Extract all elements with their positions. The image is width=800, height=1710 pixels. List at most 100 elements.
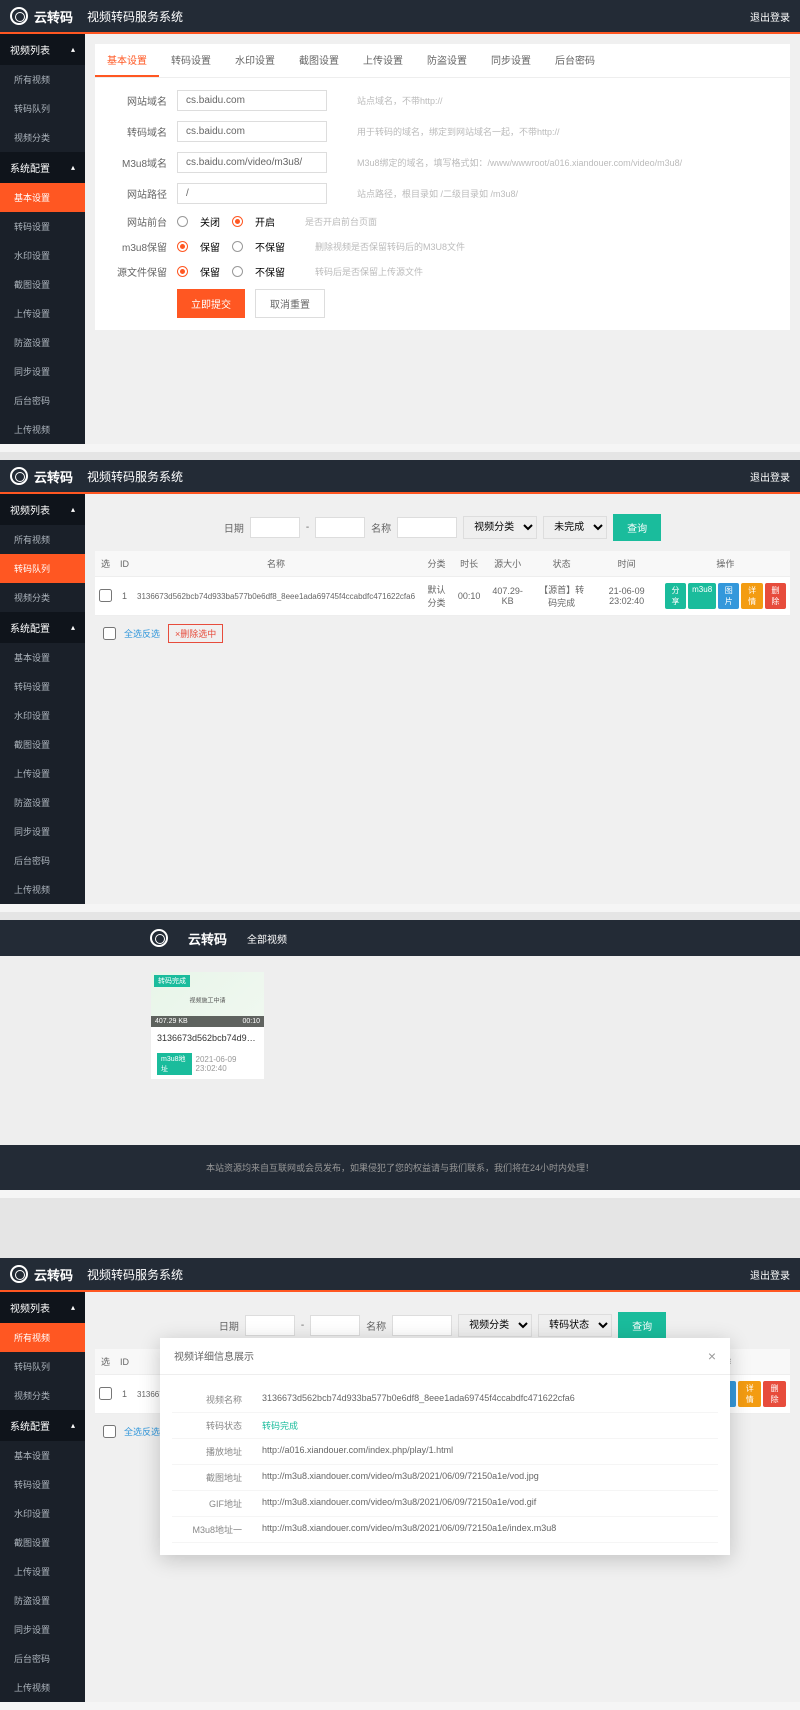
tab-watermark[interactable]: 水印设置: [223, 44, 287, 77]
input-transcode-domain[interactable]: [177, 121, 327, 142]
date-from-input[interactable]: [250, 517, 300, 538]
status-select[interactable]: 未完成: [543, 516, 607, 539]
radio-frontend-on[interactable]: [232, 216, 243, 227]
card-tag[interactable]: m3u8地址: [157, 1053, 192, 1075]
sidebar-item-antitheft[interactable]: 防盗设置: [0, 1586, 85, 1615]
tab-sync[interactable]: 同步设置: [479, 44, 543, 77]
sidebar-item-basic[interactable]: 基本设置: [0, 1441, 85, 1470]
submit-button[interactable]: 立即提交: [177, 289, 245, 318]
sidebar-item-screenshot[interactable]: 截图设置: [0, 1528, 85, 1557]
action-detail[interactable]: 详情: [741, 583, 762, 609]
sidebar-item-basic[interactable]: 基本设置: [0, 183, 85, 212]
sidebar-item-transcode[interactable]: 转码设置: [0, 672, 85, 701]
sidebar-item-queue[interactable]: 转码队列: [0, 94, 85, 123]
sidebar-group-video[interactable]: 视频列表▴: [0, 34, 85, 65]
category-select[interactable]: 视频分类: [463, 516, 537, 539]
query-button[interactable]: 查询: [613, 514, 661, 541]
tab-transcode[interactable]: 转码设置: [159, 44, 223, 77]
label-path: 网站路径: [107, 186, 167, 201]
sidebar-item-sync[interactable]: 同步设置: [0, 357, 85, 386]
video-card[interactable]: 转码完成 视频施工中请 407.29 KB00:10 3136673d562bc…: [150, 971, 265, 1080]
close-icon[interactable]: ×: [708, 1348, 716, 1364]
sidebar-item-upload[interactable]: 上传设置: [0, 759, 85, 788]
sidebar-item-upload-video[interactable]: 上传视频: [0, 415, 85, 444]
sidebar-item-watermark[interactable]: 水印设置: [0, 1499, 85, 1528]
action-share[interactable]: 分享: [665, 583, 686, 609]
action-delete[interactable]: 删除: [763, 1381, 786, 1407]
sidebar-item-watermark[interactable]: 水印设置: [0, 701, 85, 730]
tab-basic[interactable]: 基本设置: [95, 44, 159, 77]
radio-src-keep[interactable]: [177, 266, 188, 277]
reset-button[interactable]: 取消重置: [255, 289, 325, 318]
date-to-input[interactable]: [310, 1315, 360, 1336]
nav-all-videos[interactable]: 全部视频: [247, 931, 287, 946]
sidebar-group-config[interactable]: 系统配置▴: [0, 612, 85, 643]
sidebar-item-all-videos[interactable]: 所有视频: [0, 1323, 85, 1352]
logo-text: 云转码: [34, 1265, 73, 1284]
sidebar-group-video[interactable]: 视频列表▴: [0, 494, 85, 525]
status-select[interactable]: 转码状态: [538, 1314, 612, 1337]
logout-link[interactable]: 退出登录: [750, 9, 790, 24]
tab-upload[interactable]: 上传设置: [351, 44, 415, 77]
sidebar-item-category[interactable]: 视频分类: [0, 583, 85, 612]
sidebar-item-upload[interactable]: 上传设置: [0, 299, 85, 328]
sidebar-group-video[interactable]: 视频列表▴: [0, 1292, 85, 1323]
sidebar-item-screenshot[interactable]: 截图设置: [0, 270, 85, 299]
sidebar-item-sync[interactable]: 同步设置: [0, 817, 85, 846]
th-size: 源大小: [484, 551, 530, 577]
label-domain: 网站域名: [107, 93, 167, 108]
select-all-checkbox[interactable]: [103, 1425, 116, 1438]
date-to-input[interactable]: [315, 517, 365, 538]
sidebar-item-password[interactable]: 后台密码: [0, 386, 85, 415]
sidebar-item-transcode[interactable]: 转码设置: [0, 1470, 85, 1499]
row-checkbox[interactable]: [99, 1387, 112, 1400]
select-all-link[interactable]: 全选反选: [124, 1425, 160, 1438]
sidebar-item-category[interactable]: 视频分类: [0, 1381, 85, 1410]
logout-link[interactable]: 退出登录: [750, 469, 790, 484]
sidebar-item-basic[interactable]: 基本设置: [0, 643, 85, 672]
input-path[interactable]: [177, 183, 327, 204]
radio-m3u8-nokeep[interactable]: [232, 241, 243, 252]
sidebar-item-queue[interactable]: 转码队列: [0, 1352, 85, 1381]
query-button[interactable]: 查询: [618, 1312, 666, 1339]
row-checkbox[interactable]: [99, 589, 112, 602]
select-all-link[interactable]: 全选反选: [124, 627, 160, 640]
radio-src-nokeep[interactable]: [232, 266, 243, 277]
delete-selected-button[interactable]: ×删除选中: [168, 624, 223, 643]
sidebar-group-config[interactable]: 系统配置▴: [0, 1410, 85, 1441]
sidebar-item-all-videos[interactable]: 所有视频: [0, 65, 85, 94]
sidebar-item-watermark[interactable]: 水印设置: [0, 241, 85, 270]
action-m3u8[interactable]: m3u8: [688, 583, 716, 609]
input-domain[interactable]: [177, 90, 327, 111]
sidebar-item-upload-video[interactable]: 上传视频: [0, 1673, 85, 1702]
label-frontend: 网站前台: [107, 214, 167, 229]
sidebar-item-antitheft[interactable]: 防盗设置: [0, 328, 85, 357]
sidebar-item-password[interactable]: 后台密码: [0, 846, 85, 875]
tab-antitheft[interactable]: 防盗设置: [415, 44, 479, 77]
sidebar-item-upload[interactable]: 上传设置: [0, 1557, 85, 1586]
category-select[interactable]: 视频分类: [458, 1314, 532, 1337]
sidebar-item-upload-video[interactable]: 上传视频: [0, 875, 85, 904]
radio-m3u8-keep[interactable]: [177, 241, 188, 252]
date-from-input[interactable]: [245, 1315, 295, 1336]
sidebar-item-queue[interactable]: 转码队列: [0, 554, 85, 583]
sidebar-item-password[interactable]: 后台密码: [0, 1644, 85, 1673]
action-img[interactable]: 图片: [718, 583, 739, 609]
name-input[interactable]: [397, 517, 457, 538]
input-m3u8-domain[interactable]: [177, 152, 327, 173]
sidebar-item-all-videos[interactable]: 所有视频: [0, 525, 85, 554]
sidebar-group-config[interactable]: 系统配置▴: [0, 152, 85, 183]
name-input[interactable]: [392, 1315, 452, 1336]
radio-frontend-off[interactable]: [177, 216, 188, 227]
action-detail[interactable]: 详情: [738, 1381, 761, 1407]
select-all-checkbox[interactable]: [103, 627, 116, 640]
sidebar-item-screenshot[interactable]: 截图设置: [0, 730, 85, 759]
action-delete[interactable]: 删除: [765, 583, 786, 609]
sidebar-item-sync[interactable]: 同步设置: [0, 1615, 85, 1644]
logout-link[interactable]: 退出登录: [750, 1267, 790, 1282]
sidebar-item-antitheft[interactable]: 防盗设置: [0, 788, 85, 817]
tab-password[interactable]: 后台密码: [543, 44, 607, 77]
tab-screenshot[interactable]: 截图设置: [287, 44, 351, 77]
sidebar-item-transcode[interactable]: 转码设置: [0, 212, 85, 241]
sidebar-item-category[interactable]: 视频分类: [0, 123, 85, 152]
